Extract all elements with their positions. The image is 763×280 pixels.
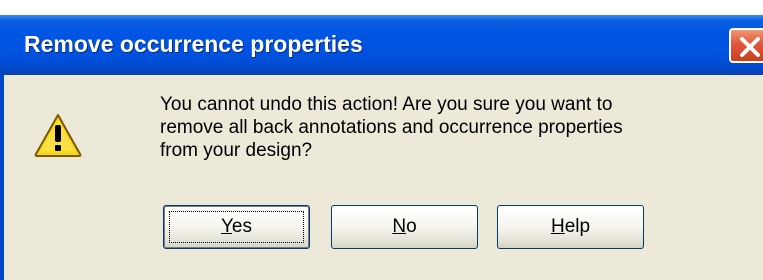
no-button-label: No: [392, 216, 417, 237]
help-button-label: Help: [550, 216, 591, 237]
window-left-border: [0, 75, 4, 280]
message-line: remove all back annotations and occurren…: [160, 117, 623, 138]
help-button[interactable]: Help: [497, 205, 644, 249]
dialog-window: Remove occurrence properties You cannot …: [0, 15, 763, 280]
warning-icon: [34, 114, 82, 157]
message-line: from your design?: [160, 140, 313, 161]
title-bar[interactable]: Remove occurrence properties: [0, 15, 763, 75]
dialog-message: You cannot undo this action! Are you sur…: [160, 93, 720, 162]
no-button[interactable]: No: [331, 205, 478, 249]
message-line: You cannot undo this action! Are you sur…: [160, 94, 613, 115]
close-button[interactable]: [729, 28, 763, 63]
dialog-title: Remove occurrence properties: [24, 31, 363, 57]
yes-button-label: Yes: [220, 216, 252, 237]
close-icon: [740, 37, 760, 57]
yes-button[interactable]: Yes: [163, 205, 310, 249]
